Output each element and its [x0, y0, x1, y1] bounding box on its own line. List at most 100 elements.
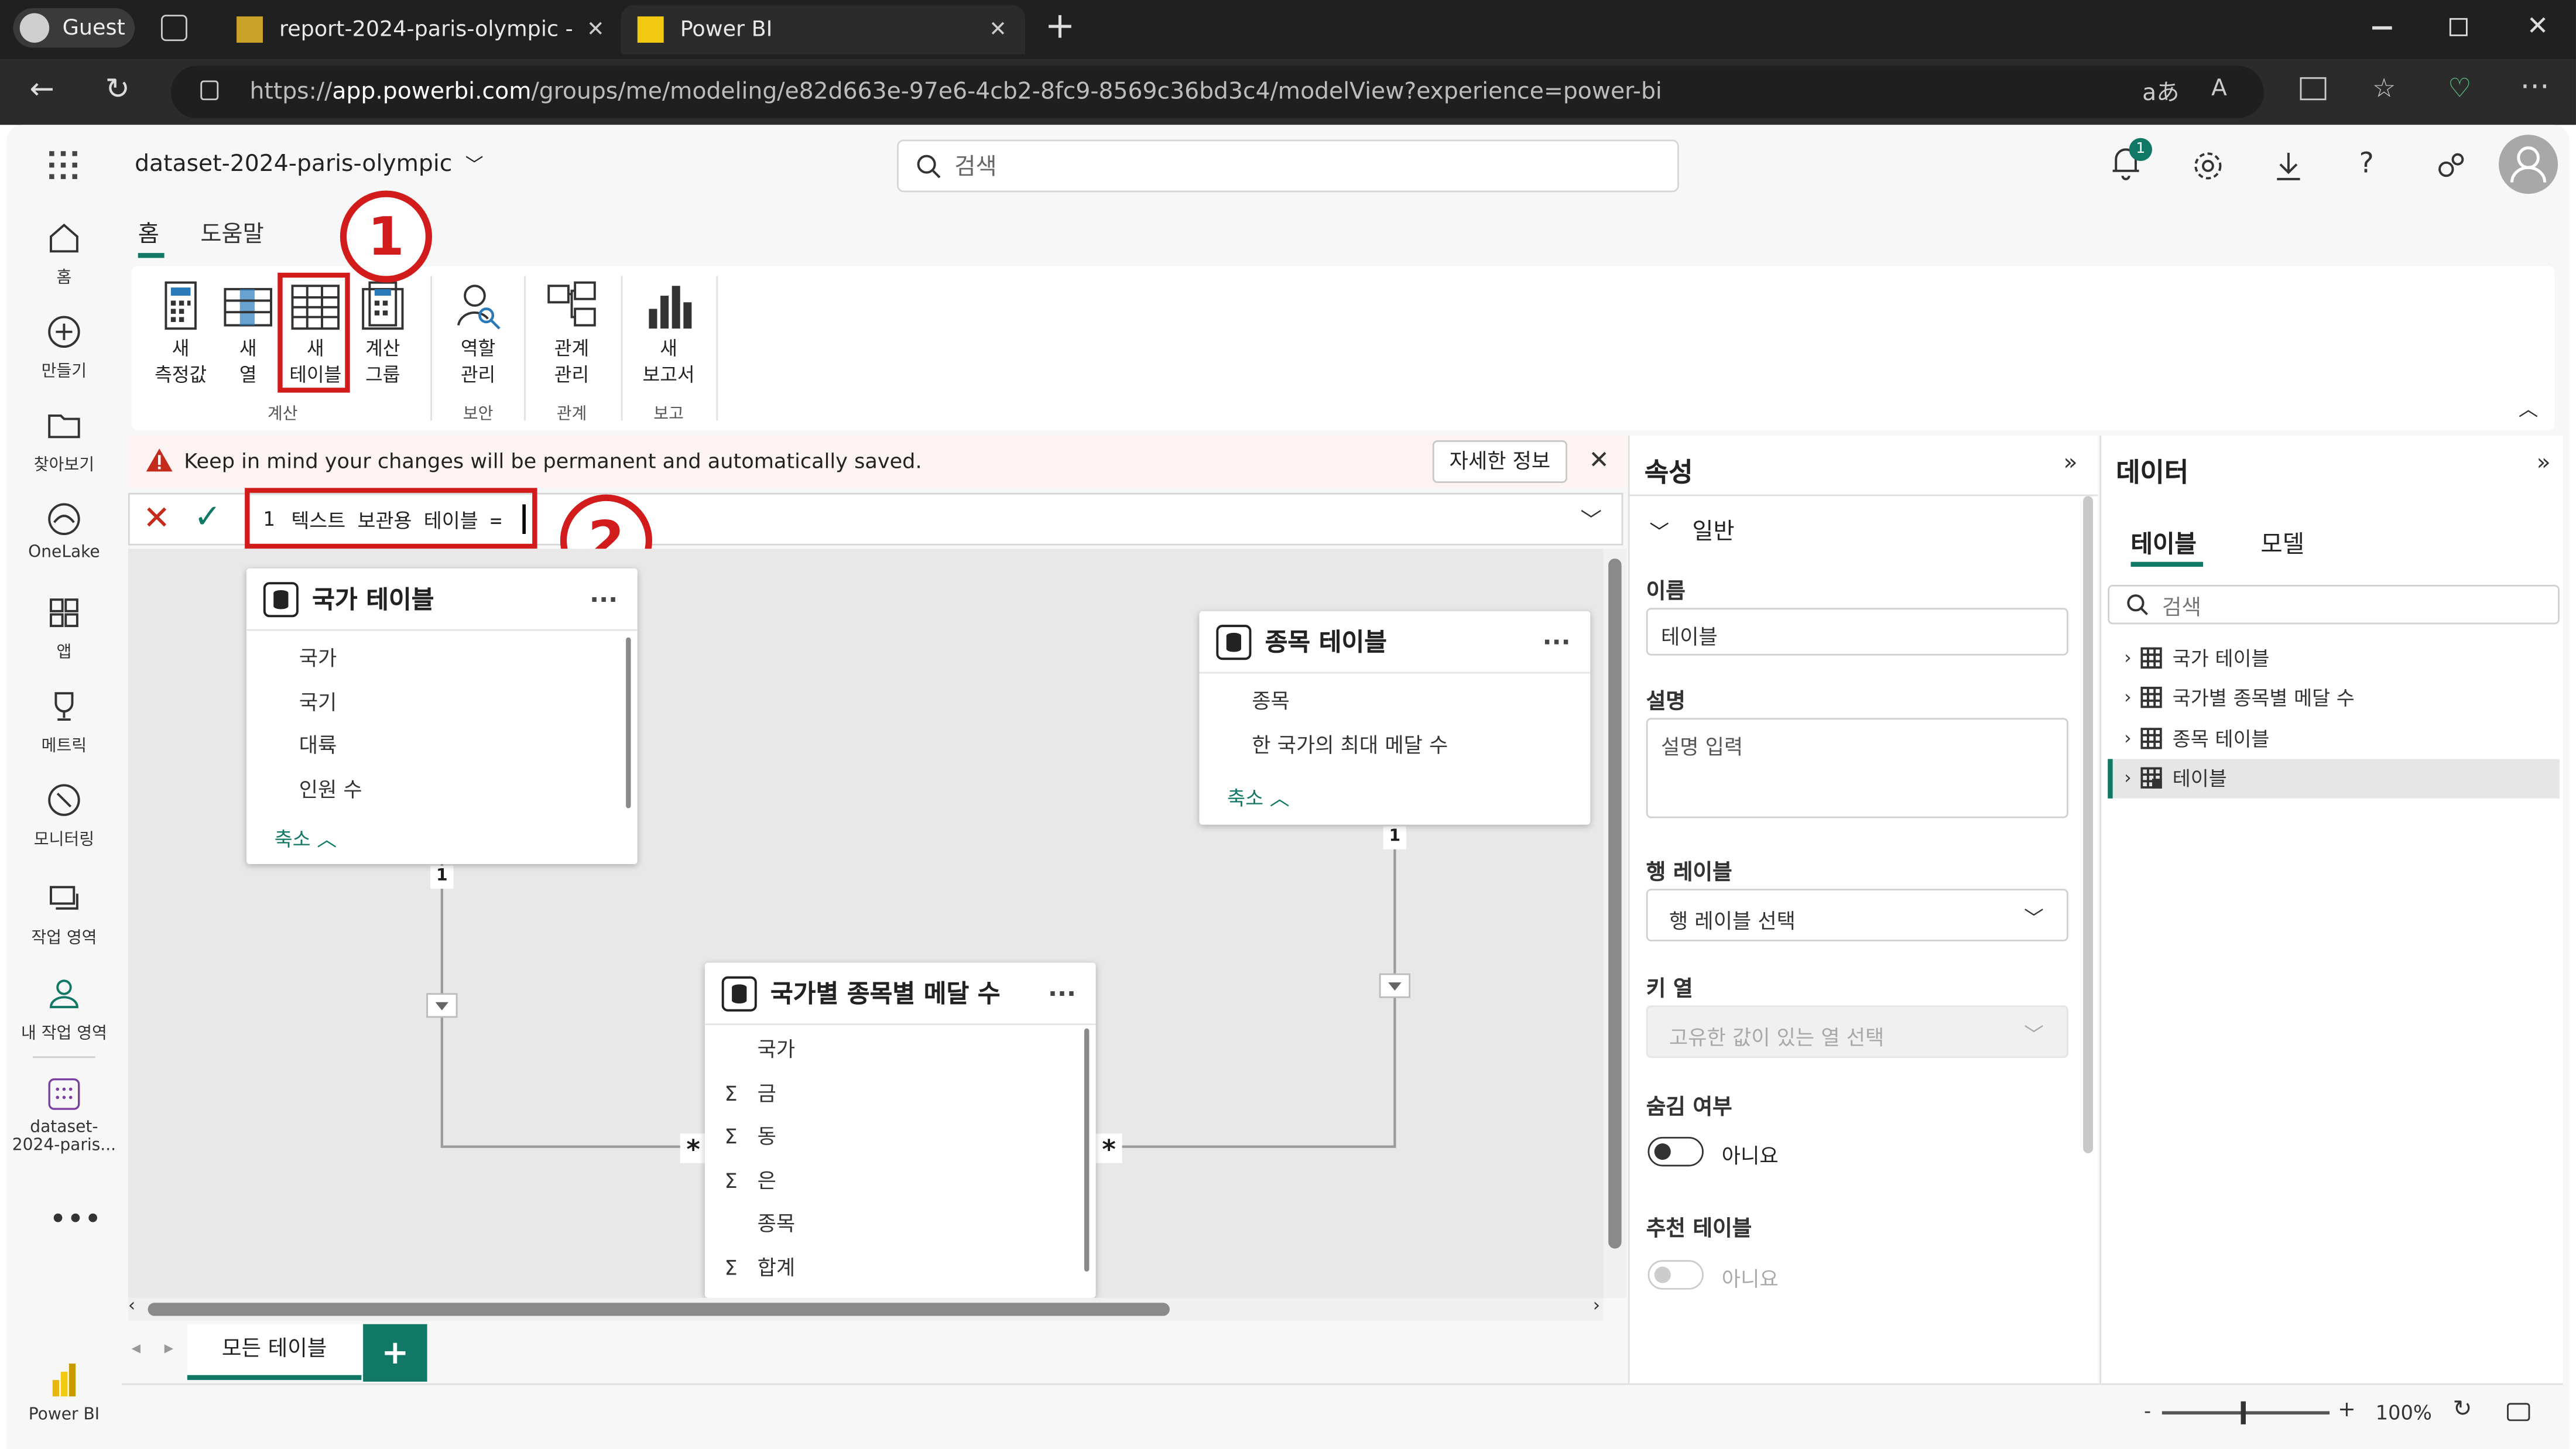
calculation-group-button[interactable]: 계산 그룹	[352, 279, 415, 388]
tree-item-sport-table[interactable]: › 종목 테이블	[2108, 718, 2560, 758]
nav-my-workspace[interactable]: 내 작업 영역	[10, 976, 118, 1043]
zoom-slider-thumb[interactable]	[2241, 1401, 2246, 1424]
field-row[interactable]: 국가	[299, 638, 638, 681]
cancel-formula-icon[interactable]: ✕	[143, 498, 170, 537]
help-icon[interactable]: ?	[2359, 148, 2374, 181]
more-options-icon[interactable]: ···	[1048, 978, 1076, 1008]
field-row[interactable]: Σ은	[724, 1159, 1095, 1203]
browser-menu-icon[interactable]: ⋯	[2520, 69, 2550, 104]
fit-to-screen-icon[interactable]	[2507, 1403, 2530, 1421]
browser-tab-report[interactable]: report-2024-paris-olympic - Powe ✕	[220, 5, 621, 54]
nav-onelake[interactable]: OneLake	[10, 501, 118, 562]
zoom-out-button[interactable]: -	[2144, 1400, 2151, 1423]
browser-tab-powerbi[interactable]: Power BI ✕	[621, 5, 1026, 54]
field-row[interactable]: 한 국가의 최대 메달 수	[1252, 724, 1590, 767]
close-tab-icon[interactable]: ✕	[989, 17, 1007, 42]
tree-item-country-table[interactable]: › 국가 테이블	[2108, 638, 2560, 678]
field-row[interactable]: 대륙	[299, 724, 638, 768]
account-avatar[interactable]	[2499, 135, 2558, 194]
tab-scroll-right-icon[interactable]: ▸	[165, 1337, 174, 1358]
nav-create[interactable]: 만들기	[10, 314, 118, 381]
zoom-in-button[interactable]: +	[2338, 1398, 2356, 1423]
table-card-country[interactable]: 국가 테이블 ··· 국가 국기 대륙 인원 수 축소 ︿	[246, 568, 638, 865]
name-input[interactable]: 테이블	[1646, 608, 2068, 656]
collapse-link[interactable]: 축소 ︿	[275, 825, 337, 853]
browser-essentials-icon[interactable]: ♡	[2448, 72, 2471, 103]
data-tab-model[interactable]: 모델	[2260, 526, 2304, 560]
collapse-ribbon-icon[interactable]: ︿	[2519, 394, 2539, 422]
manage-relationships-button[interactable]: 관계 관리	[536, 279, 608, 388]
restore-icon[interactable]	[2449, 18, 2468, 36]
collapse-properties-icon[interactable]: »	[2063, 450, 2077, 477]
table-card-medals[interactable]: 국가별 종목별 메달 수 ··· 국가 Σ금 Σ동 Σ은 종목 Σ 합계	[704, 962, 1096, 1298]
notifications-button[interactable]: 1	[2109, 138, 2152, 184]
more-options-icon[interactable]: ···	[1543, 627, 1571, 657]
minimize-icon[interactable]	[2372, 26, 2392, 29]
canvas-vertical-scrollbar[interactable]	[1603, 549, 1627, 1298]
add-layout-button[interactable]: +	[363, 1324, 427, 1382]
tab-actions-icon[interactable]	[160, 15, 187, 42]
properties-scrollbar[interactable]	[2083, 496, 2093, 1153]
nav-workspaces[interactable]: 작업 영역	[10, 881, 118, 948]
collapse-data-pane-icon[interactable]: »	[2537, 450, 2551, 477]
url-field[interactable]: https://app.powerbi.com/groups/me/modeli…	[170, 66, 2264, 119]
tree-item-medals-table[interactable]: › 국가별 종목별 메달 수	[2108, 678, 2560, 718]
app-launcher-icon[interactable]	[49, 151, 79, 181]
zoom-slider[interactable]	[2161, 1401, 2330, 1424]
nav-browse[interactable]: 찾아보기	[10, 407, 118, 475]
collapse-link[interactable]: 축소 ︿	[1227, 784, 1289, 812]
share-feedback-icon[interactable]	[2435, 149, 2468, 182]
card-scrollbar[interactable]	[1084, 1028, 1090, 1272]
section-general-toggle[interactable]: ﹀ 일반	[1649, 514, 1734, 547]
nav-apps[interactable]: 앱	[10, 595, 118, 662]
download-icon[interactable]	[2274, 149, 2304, 182]
key-column-select[interactable]: 고유한 값이 있는 열 선택 ﹀	[1646, 1005, 2068, 1059]
dataset-name-dropdown[interactable]: dataset-2024-paris-olympic ﹀	[135, 151, 484, 177]
data-search-input[interactable]: 검색	[2108, 584, 2560, 625]
field-row[interactable]: Σ 합계	[724, 1246, 1095, 1289]
back-icon[interactable]: ←	[30, 72, 54, 107]
read-aloud-icon[interactable]: aあ	[2142, 76, 2179, 108]
favorites-icon[interactable]: ☆	[2372, 72, 2396, 103]
more-options-icon[interactable]: ···	[590, 584, 618, 614]
nav-home[interactable]: 홈	[10, 220, 118, 287]
field-row[interactable]: 인원 수	[299, 768, 638, 811]
refresh-icon[interactable]: ↻	[105, 72, 130, 107]
close-tab-icon[interactable]: ✕	[587, 17, 605, 42]
reset-zoom-icon[interactable]: ↻	[2453, 1396, 2472, 1423]
scroll-thumb[interactable]	[148, 1303, 1170, 1316]
layout-tab-all-tables[interactable]: 모든 테이블	[187, 1324, 362, 1381]
data-tab-tables[interactable]: 테이블	[2131, 526, 2197, 560]
table-card-sport[interactable]: 종목 테이블 ··· 종목 한 국가의 최대 메달 수 축소 ︿	[1199, 611, 1591, 825]
new-report-button[interactable]: 새 보고서	[631, 279, 707, 388]
split-screen-icon[interactable]	[2300, 77, 2327, 101]
hidden-toggle[interactable]	[1647, 1136, 1704, 1167]
ribbon-tab-home[interactable]: 홈	[138, 217, 159, 249]
card-scrollbar[interactable]	[626, 637, 631, 809]
field-row[interactable]: 국가	[724, 1029, 1095, 1072]
field-row[interactable]: Σ금	[724, 1072, 1095, 1115]
immersive-reader-icon[interactable]: A	[2211, 76, 2227, 102]
nav-dataset[interactable]: dataset- 2024-paris...	[10, 1076, 118, 1155]
commit-formula-icon[interactable]: ✓	[194, 496, 221, 535]
row-label-select[interactable]: 행 레이블 선택 ﹀	[1646, 889, 2068, 941]
field-row[interactable]: 국기	[299, 681, 638, 724]
scroll-right-icon[interactable]: ›	[1593, 1294, 1600, 1316]
more-nav-icon[interactable]: •••	[49, 1203, 101, 1237]
description-textarea[interactable]: 설명 입력	[1646, 718, 2068, 818]
ribbon-tab-help[interactable]: 도움말	[200, 217, 263, 249]
new-measure-button[interactable]: 새 측정값	[148, 279, 214, 388]
nav-monitoring[interactable]: 모니터링	[10, 782, 118, 849]
new-column-button[interactable]: 새 열	[220, 279, 276, 388]
new-tab-icon[interactable]: +	[1045, 6, 1075, 47]
featured-table-toggle[interactable]	[1647, 1260, 1704, 1290]
nav-metrics[interactable]: 메트릭	[10, 688, 118, 756]
field-row[interactable]: 종목	[1252, 680, 1590, 724]
tree-item-new-table[interactable]: › 테이블	[2108, 758, 2560, 799]
scroll-thumb[interactable]	[1608, 559, 1622, 1249]
dismiss-warning-icon[interactable]: ✕	[1588, 445, 1609, 475]
close-window-icon[interactable]: ✕	[2527, 10, 2549, 41]
scroll-left-icon[interactable]: ‹	[128, 1294, 135, 1316]
settings-gear-icon[interactable]	[2191, 149, 2224, 182]
profile-button[interactable]: Guest	[13, 8, 135, 48]
